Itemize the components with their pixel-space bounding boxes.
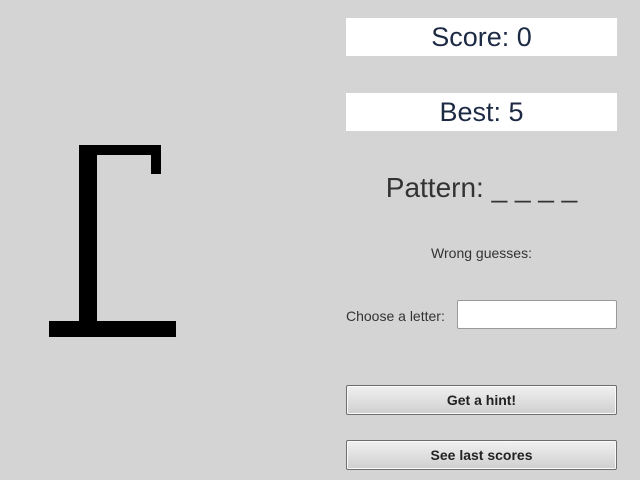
gallows-post bbox=[79, 145, 97, 326]
choose-letter-label: Choose a letter: bbox=[346, 308, 445, 324]
score-display: Score: 0 bbox=[346, 18, 617, 56]
wrong-guesses-label: Wrong guesses: bbox=[431, 245, 532, 261]
letter-input[interactable] bbox=[457, 300, 617, 329]
get-hint-button[interactable]: Get a hint! bbox=[346, 385, 617, 415]
see-last-scores-button[interactable]: See last scores bbox=[346, 440, 617, 470]
best-score-display: Best: 5 bbox=[346, 93, 617, 131]
hangman-drawing bbox=[0, 0, 320, 480]
gallows-rope bbox=[151, 145, 161, 174]
gallows-base bbox=[49, 321, 176, 337]
gallows-beam bbox=[79, 145, 161, 155]
word-pattern: Pattern: _ _ _ _ bbox=[385, 172, 578, 203]
